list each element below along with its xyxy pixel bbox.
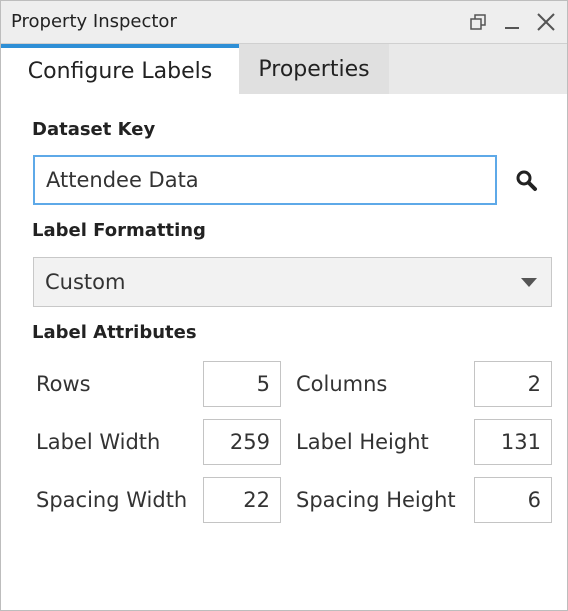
minimize-icon[interactable] xyxy=(498,7,526,37)
dataset-key-value: Attendee Data xyxy=(46,168,199,192)
rows-value: 5 xyxy=(256,372,270,396)
columns-label: Columns xyxy=(296,372,388,396)
columns-input[interactable]: 2 xyxy=(474,361,552,407)
spacing-width-label: Spacing Width xyxy=(36,488,188,512)
dataset-key-input[interactable]: Attendee Data xyxy=(33,155,497,205)
rows-input[interactable]: 5 xyxy=(203,361,281,407)
spacing-width-input[interactable]: 22 xyxy=(203,477,281,523)
close-icon[interactable] xyxy=(532,7,560,37)
label-width-input[interactable]: 259 xyxy=(203,419,281,465)
tab-strip: Configure Labels Properties xyxy=(1,44,567,94)
tab-properties[interactable]: Properties xyxy=(239,44,389,94)
window-title: Property Inspector xyxy=(11,11,177,32)
restore-icon[interactable] xyxy=(464,7,492,37)
label-formatting-select[interactable]: Custom xyxy=(33,257,552,307)
label-height-label: Label Height xyxy=(296,430,429,454)
property-inspector-panel: Property Inspector Configure Labels Prop… xyxy=(0,0,568,611)
tab-configure-labels[interactable]: Configure Labels xyxy=(1,44,239,94)
spacing-height-input[interactable]: 6 xyxy=(474,477,552,523)
spacing-width-value: 22 xyxy=(243,488,270,512)
spacing-height-value: 6 xyxy=(527,488,541,512)
label-attributes-heading: Label Attributes xyxy=(32,322,197,343)
spacing-height-label: Spacing Height xyxy=(296,488,456,512)
columns-value: 2 xyxy=(527,372,541,396)
dataset-key-heading: Dataset Key xyxy=(32,119,156,140)
label-height-value: 131 xyxy=(500,430,541,454)
title-bar: Property Inspector xyxy=(1,1,567,44)
label-width-value: 259 xyxy=(229,430,270,454)
label-formatting-value: Custom xyxy=(45,270,126,294)
tab-configure-labels-label: Configure Labels xyxy=(27,58,213,84)
label-width-label: Label Width xyxy=(36,430,161,454)
search-icon[interactable] xyxy=(514,168,540,194)
rows-label: Rows xyxy=(36,372,91,396)
tab-properties-label: Properties xyxy=(258,56,370,82)
label-formatting-heading: Label Formatting xyxy=(32,220,206,241)
label-height-input[interactable]: 131 xyxy=(474,419,552,465)
triangle-down-icon xyxy=(521,278,537,287)
